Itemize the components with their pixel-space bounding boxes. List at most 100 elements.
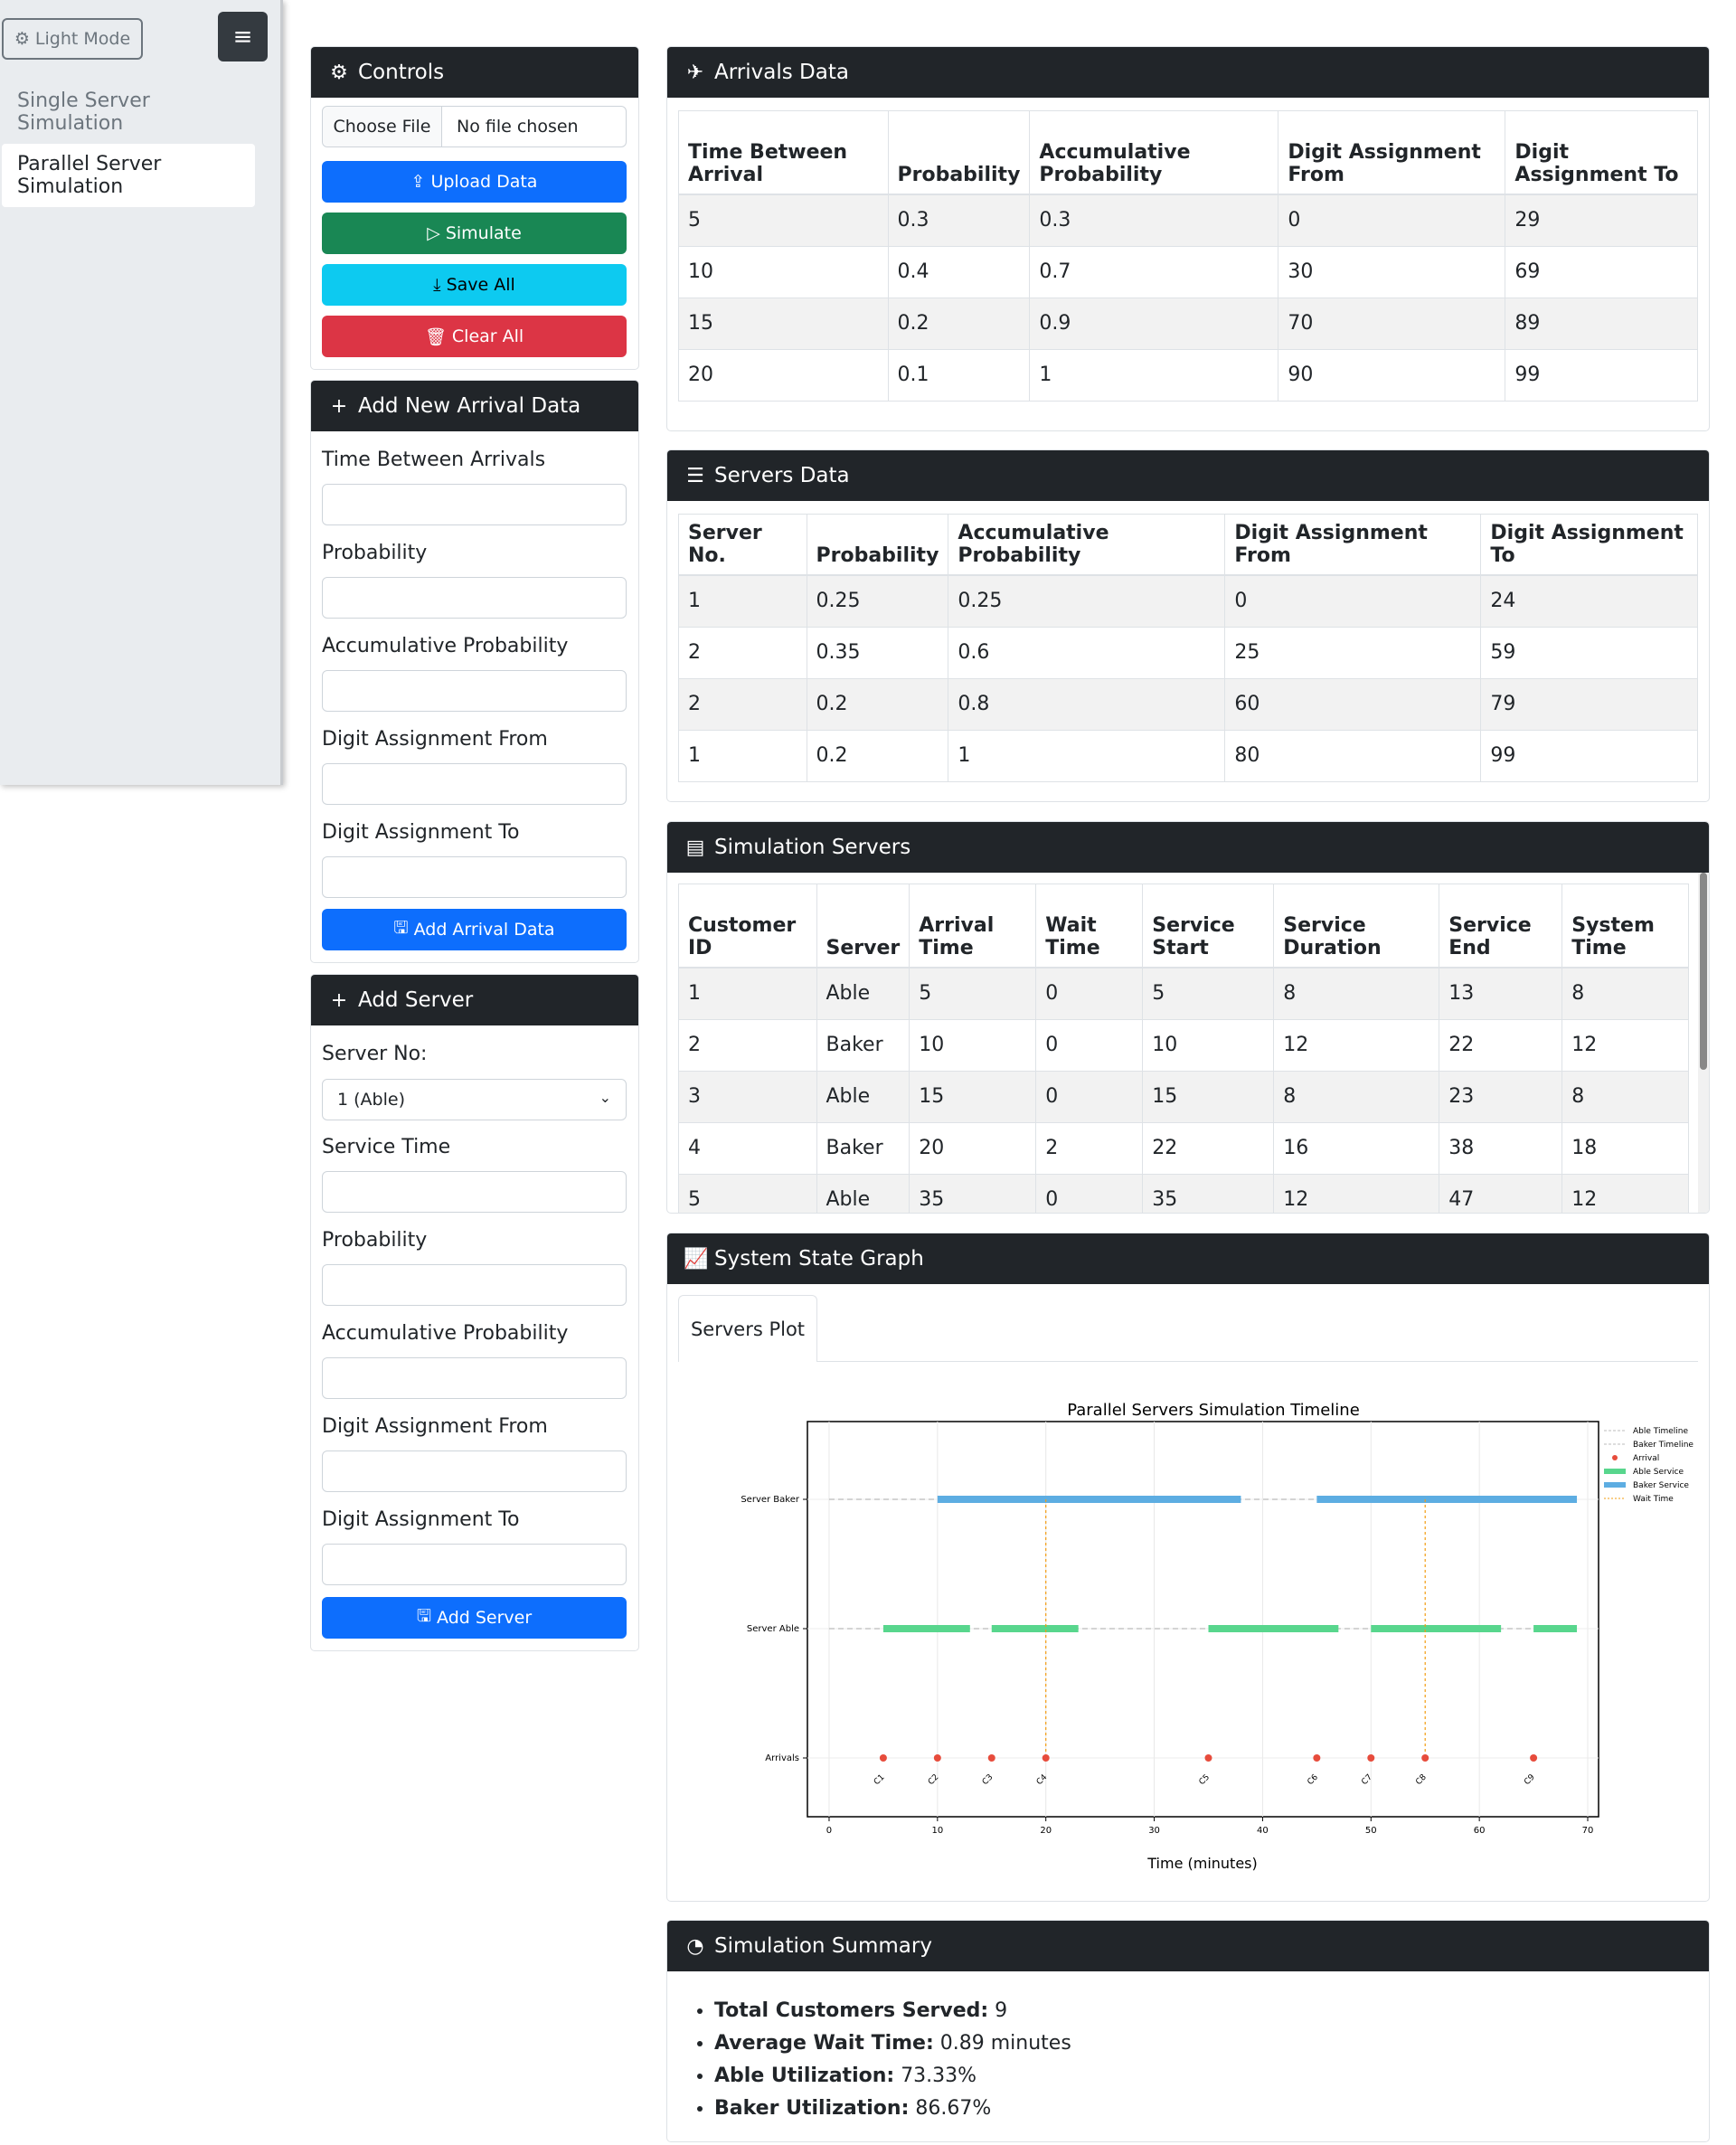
- simulation-scrollbar[interactable]: [1698, 873, 1709, 1213]
- simulation-table-wrap: Customer ID Server Arrival Time Wait Tim…: [678, 884, 1689, 1213]
- table-cell: 15: [679, 297, 889, 349]
- floppy-icon: 🖫: [393, 918, 409, 938]
- simulation-scroll-area[interactable]: Customer ID Server Arrival Time Wait Tim…: [678, 873, 1709, 1213]
- table-row: 5 0.3 0.3 0 29: [679, 194, 1697, 246]
- clear-all-button[interactable]: 🗑 Clear All: [322, 316, 627, 357]
- arrivals-header: ✈ Arrivals Data: [667, 47, 1709, 98]
- column-header: Time Between Arrival: [679, 111, 889, 195]
- server-digit-from-input[interactable]: [322, 1450, 627, 1492]
- sidebar-item-label: Parallel Server Simulation: [17, 153, 162, 198]
- baker-service-bar: [1316, 1496, 1578, 1503]
- summary-label: Total Customers Served:: [714, 1999, 989, 2022]
- servers-header: ☰ Servers Data: [667, 450, 1709, 501]
- x-axis-label: Time (minutes): [1146, 1855, 1258, 1872]
- column-header: Digit Assignment From: [1224, 515, 1482, 576]
- add-arrival-button[interactable]: 🖫 Add Arrival Data: [322, 909, 627, 950]
- scrollbar-thumb[interactable]: [1700, 873, 1707, 1070]
- table-cell: 20: [679, 348, 889, 401]
- x-axis: 0 10 20 30 40 50 60 70: [826, 1817, 1593, 1836]
- choose-file-button[interactable]: Choose File: [323, 107, 442, 146]
- summary-item: Average Wait Time: 0.89 minutes: [714, 2027, 1071, 2060]
- chart-legend: Able Timeline Baker Timeline Arrival Able S…: [1604, 1427, 1694, 1504]
- add-server-button[interactable]: 🖫 Add Server: [322, 1597, 627, 1639]
- table-cell: 18: [1561, 1121, 1688, 1174]
- upload-data-button[interactable]: ⇪ Upload Data: [322, 161, 627, 203]
- sidebar-item-single-server[interactable]: Single Server Simulation: [2, 80, 255, 144]
- arrivals-card: ✈ Arrivals Data Time Between Arrival Pro…: [666, 46, 1710, 431]
- light-mode-label: Light Mode: [34, 29, 131, 49]
- legend-label: Arrival: [1633, 1454, 1659, 1463]
- arrivals-table-wrap: Time Between Arrival Probability Accumul…: [678, 110, 1698, 402]
- server-no-label: Server No:: [322, 1043, 428, 1065]
- simulate-button[interactable]: ▷ Simulate: [322, 213, 627, 254]
- summary-item: Able Utilization: 73.33%: [714, 2060, 1071, 2093]
- plane-arrival-icon: ✈: [686, 61, 704, 84]
- table-cell: 0: [1278, 194, 1506, 246]
- legend-swatch: [1604, 1482, 1626, 1488]
- table-row: 20 0.1 1 90 99: [679, 348, 1697, 401]
- column-header: Arrival Time: [909, 884, 1037, 969]
- arrival-digit-to-input[interactable]: [322, 856, 627, 898]
- arrivals-title: Arrivals Data: [714, 61, 849, 84]
- file-input[interactable]: Choose File No file chosen: [322, 106, 627, 147]
- x-tick-label: 60: [1474, 1826, 1486, 1836]
- table-cell: 2: [679, 626, 807, 678]
- tab-servers-plot[interactable]: Servers Plot: [678, 1295, 817, 1362]
- arrival-point: [1313, 1754, 1321, 1762]
- server-digit-from-label: Digit Assignment From: [322, 1415, 548, 1438]
- table-cell: 60: [1224, 677, 1482, 730]
- add-arrival-header: + Add New Arrival Data: [311, 381, 638, 431]
- server-no-select[interactable]: 1 (Able) ⌄: [322, 1079, 627, 1120]
- table-cell: 99: [1505, 348, 1697, 401]
- list-icon: ☰: [686, 464, 704, 487]
- table-row: 4 Baker 20 2 22 16 38 18: [679, 1121, 1688, 1174]
- table-cell: Able: [816, 1173, 910, 1213]
- menu-toggle-button[interactable]: ≡: [218, 12, 268, 61]
- arrival-point: [879, 1754, 887, 1762]
- table-cell: Baker: [816, 1121, 910, 1174]
- table-row: 2 0.35 0.6 25 59: [679, 626, 1697, 678]
- x-tick-label: 20: [1040, 1826, 1052, 1836]
- table-cell: 12: [1561, 1173, 1688, 1213]
- simulate-label: Simulate: [445, 223, 522, 243]
- arrival-probability-input[interactable]: [322, 577, 627, 619]
- legend-label: Baker Service: [1633, 1481, 1689, 1490]
- table-cell: 8: [1561, 967, 1688, 1019]
- column-header: Service End: [1439, 884, 1563, 969]
- table-cell: 13: [1439, 967, 1563, 1019]
- arrival-accum-input[interactable]: [322, 670, 627, 712]
- server-probability-input[interactable]: [322, 1264, 627, 1306]
- save-all-button[interactable]: ⤓ Save All: [322, 264, 627, 306]
- table-cell: 89: [1505, 297, 1697, 349]
- service-time-input[interactable]: [322, 1171, 627, 1213]
- y-axis: Arrivals Server Able Server Baker: [741, 1495, 807, 1763]
- table-cell: 0.2: [807, 729, 949, 781]
- server-digit-to-input[interactable]: [322, 1544, 627, 1585]
- simulation-title: Simulation Servers: [714, 836, 911, 859]
- table-cell: Baker: [816, 1018, 910, 1071]
- table-cell: 0.3: [1029, 194, 1279, 246]
- summary-list: Total Customers Served: 9 Average Wait T…: [714, 1995, 1071, 2125]
- arrival-point: [1367, 1754, 1375, 1762]
- arrival-time-input[interactable]: [322, 484, 627, 525]
- column-header: Service Duration: [1273, 884, 1440, 969]
- table-cell: 35: [1142, 1173, 1275, 1213]
- simulation-card: ▤ Simulation Servers Customer ID Server …: [666, 821, 1710, 1214]
- table-cell: 1: [679, 967, 817, 1019]
- legend-label: Baker Timeline: [1633, 1441, 1694, 1450]
- x-tick-label: 30: [1148, 1826, 1160, 1836]
- table-cell: 5: [909, 967, 1037, 1019]
- table-row: 1 0.2 1 80 99: [679, 729, 1697, 781]
- y-tick-label: Arrivals: [765, 1753, 799, 1763]
- sidebar-item-parallel-server[interactable]: Parallel Server Simulation: [2, 144, 255, 207]
- light-mode-button[interactable]: ⚙ Light Mode: [2, 18, 143, 60]
- arrival-digit-from-input[interactable]: [322, 763, 627, 805]
- controls-title: Controls: [358, 61, 445, 84]
- server-accum-input[interactable]: [322, 1357, 627, 1399]
- table-cell: 2: [1035, 1121, 1144, 1174]
- able-service-bar: [882, 1625, 970, 1632]
- table-cell: 70: [1278, 297, 1506, 349]
- plot-area: [807, 1421, 1599, 1818]
- table-cell: 10: [1142, 1018, 1275, 1071]
- graph-card: 📈 System State Graph Servers Plot Parall…: [666, 1233, 1710, 1902]
